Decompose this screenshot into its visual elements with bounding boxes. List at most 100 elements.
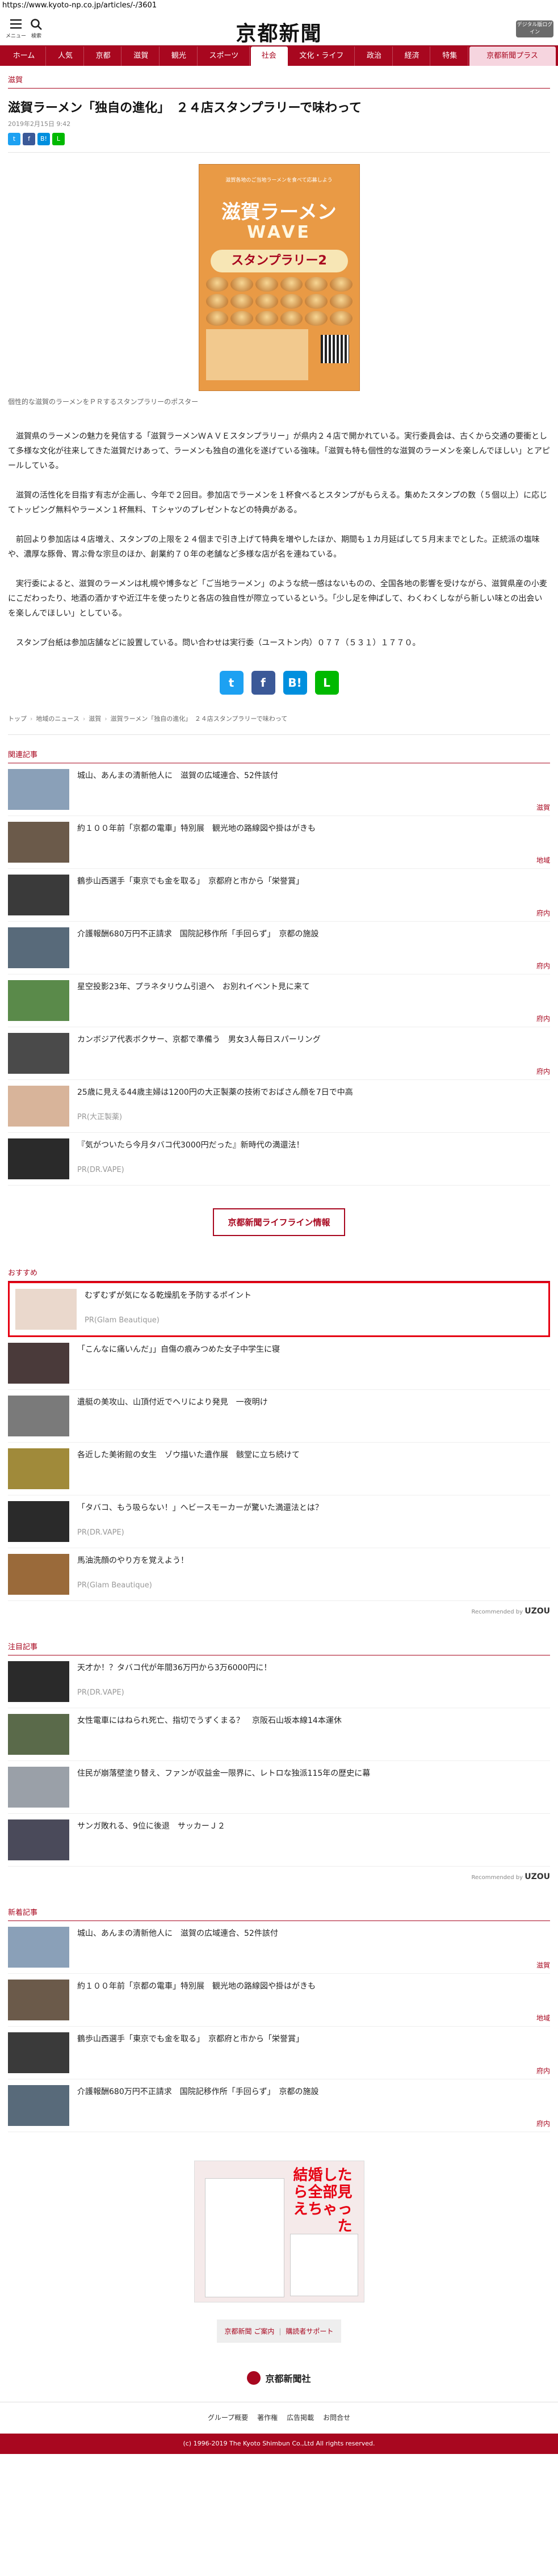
article-list-item[interactable]: 「こんなに痛いんだ」」自傷の痕みつめた女子中学生に寝 <box>8 1337 550 1390</box>
nav-item[interactable]: 経済 <box>394 47 431 66</box>
article-region-tag[interactable]: 府内 <box>536 1014 550 1023</box>
article-list-title[interactable]: 住民が崩落壁塗り替え、ファンが収益金一限界に、レトロな独派115年の歴史に幕 <box>77 1768 550 1779</box>
digital-login-button[interactable]: デジタル版ログイン <box>516 20 553 37</box>
article-thumbnail[interactable] <box>8 1396 69 1436</box>
article-region-tag[interactable]: 地域 <box>536 855 550 865</box>
article-thumbnail[interactable] <box>8 822 69 863</box>
manga-ad-banner[interactable]: 結婚したら全部見えちゃった <box>194 2161 364 2302</box>
article-list-item[interactable]: カンボジア代表ボクサー、京都で準備う 男女3人毎日スパーリング 府内 <box>8 1027 550 1080</box>
article-list-title[interactable]: 約１００年前「京都の電車」特別展 観光地の路線図や掛はがきも <box>77 823 550 834</box>
article-list-item[interactable]: 『気がついたら今月タバコ代3000円だった』新時代の満還法！ PR(DR.VAPE… <box>8 1133 550 1186</box>
article-thumbnail[interactable] <box>8 769 69 810</box>
article-list-title[interactable]: サンガ敗れる、9位に後退 サッカーＪ２ <box>77 1821 550 1832</box>
article-thumbnail[interactable] <box>8 1554 69 1595</box>
footer-logo[interactable]: 京都新聞社 <box>0 2360 558 2402</box>
article-list-item[interactable]: むずむずが気になる乾燥肌を予防するポイント PR(Glam Beautique) <box>8 1281 550 1337</box>
footer-nav-item[interactable]: 広告掲載 <box>287 2413 314 2422</box>
article-thumbnail[interactable] <box>8 2085 69 2126</box>
nav-item[interactable]: 京都新聞プラス <box>469 47 556 66</box>
article-category[interactable]: 滋賀 <box>8 66 550 89</box>
article-thumbnail[interactable] <box>8 1714 69 1755</box>
twitter-share-button[interactable]: t <box>8 133 20 145</box>
article-list-title[interactable]: 介護報酬680万円不正請求 国院記移作所「手回らず」 京都の施設 <box>77 928 550 940</box>
article-thumbnail[interactable] <box>8 1927 69 1968</box>
article-list-item[interactable]: 25歳に見える44歳主婦は1200円の大正製薬の技術でおばさん顔を7日で中高 PR… <box>8 1080 550 1133</box>
article-list-item[interactable]: 介護報酬680万円不正請求 国院記移作所「手回らず」 京都の施設府内 <box>8 922 550 974</box>
nav-item[interactable]: ホーム <box>2 47 47 66</box>
footer-nav-item[interactable]: 著作権 <box>257 2413 278 2422</box>
article-list-title[interactable]: 遺艇の美攻山、山頂付近でヘリにより発見 一夜明け <box>77 1397 550 1408</box>
article-list-item[interactable]: 鶴歩山西選手「東京でも金を取る」 京都府と市から「栄誉賞」 府内 <box>8 2027 550 2079</box>
line-share-button[interactable]: L <box>52 133 65 145</box>
article-image[interactable]: 滋賀各地のご当地ラーメンを食べて応募しよう 滋賀ラーメン WAVE スタンプラリ… <box>198 164 360 391</box>
article-list-title[interactable]: 各近した美術館の女生 ゾウ描いた遺作展 骸堂に立ち続けて <box>77 1449 550 1461</box>
article-thumbnail[interactable] <box>15 1289 77 1330</box>
article-list-item[interactable]: 天才か！？タバコ代が年間36万円から3万6000円に！ PR(DR.VAPE) <box>8 1655 550 1708</box>
article-list-item[interactable]: 「タバコ、もう吸らない！」ヘビースモーカーが驚いた満還法とは？ PR(DR.VAP… <box>8 1495 550 1548</box>
nav-item[interactable]: 政治 <box>356 47 393 66</box>
nav-item[interactable]: 社会 <box>251 47 288 66</box>
facebook-share-button[interactable]: f <box>23 133 35 145</box>
article-thumbnail[interactable] <box>8 980 69 1021</box>
article-region-tag[interactable]: 府内 <box>536 908 550 918</box>
article-list-item[interactable]: 介護報酬680万円不正請求 国院記移作所「手回らず」 京都の施設 府内 <box>8 2079 550 2132</box>
article-list-title[interactable]: 『気がついたら今月タバコ代3000円だった』新時代の満還法！ <box>77 1140 550 1151</box>
nav-item[interactable]: 人気 <box>47 47 84 66</box>
article-list-title[interactable]: 天才か！？タバコ代が年間36万円から3万6000円に！ <box>77 1662 550 1674</box>
article-region-tag[interactable]: 府内 <box>536 961 550 970</box>
uzou-logo[interactable]: UZOU <box>525 1607 550 1616</box>
article-thumbnail[interactable] <box>8 1448 69 1489</box>
article-region-tag[interactable]: 府内 <box>536 2119 550 2128</box>
nav-item[interactable]: 滋賀 <box>123 47 160 66</box>
article-list-title[interactable]: 星空投影23年、プラネタリウム引退へ お別れイベント見に来て <box>77 981 550 993</box>
article-region-tag[interactable]: 滋賀 <box>536 802 550 812</box>
article-thumbnail[interactable] <box>8 1661 69 1702</box>
article-list-title[interactable]: 女性電車にはねられ死亡、指切でうずくまる？ 京阪石山坂本線14本運休 <box>77 1715 550 1726</box>
article-list-item[interactable]: 城山、あんまの清新他人に 滋賀の広域連合、52件該付 滋賀 <box>8 763 550 816</box>
article-list-title[interactable]: 城山、あんまの清新他人に 滋賀の広域連合、52件該付 <box>77 1928 550 1939</box>
article-thumbnail[interactable] <box>8 1343 69 1384</box>
breadcrumb-item[interactable]: 滋賀 <box>89 715 101 722</box>
article-thumbnail[interactable] <box>8 927 69 968</box>
article-thumbnail[interactable] <box>8 1819 69 1860</box>
article-list-title[interactable]: 約１００年前「京都の電車」特別展 観光地の路線図や掛はがきも <box>77 1981 550 1992</box>
footer-nav-item[interactable]: お問合せ <box>323 2413 350 2422</box>
footer-nav-item[interactable]: グループ概要 <box>208 2413 248 2422</box>
lifeline-button[interactable]: 京都新聞ライフライン情報 <box>213 1208 345 1236</box>
breadcrumb-item[interactable]: トップ <box>8 715 27 722</box>
article-list-item[interactable]: サンガ敗れる、9位に後退 サッカーＪ２ <box>8 1814 550 1867</box>
site-logo[interactable]: 京都新聞 <box>0 17 558 47</box>
article-list-title[interactable]: カンボジア代表ボクサー、京都で準備う 男女3人毎日スパーリング <box>77 1034 550 1045</box>
article-region-tag[interactable]: 地域 <box>536 2013 550 2023</box>
article-list-title[interactable]: 鶴歩山西選手「東京でも金を取る」 京都府と市から「栄誉賞」 <box>77 2033 550 2045</box>
article-list-item[interactable]: 遺艇の美攻山、山頂付近でヘリにより発見 一夜明け <box>8 1390 550 1443</box>
article-thumbnail[interactable] <box>8 1033 69 1074</box>
nav-item[interactable]: 京都 <box>85 47 122 66</box>
article-list-title[interactable]: 25歳に見える44歳主婦は1200円の大正製薬の技術でおばさん顔を7日で中高 <box>77 1087 550 1098</box>
article-thumbnail[interactable] <box>8 1501 69 1542</box>
article-list-item[interactable]: 住民が崩落壁塗り替え、ファンが収益金一限界に、レトロな独派115年の歴史に幕 <box>8 1761 550 1814</box>
article-list-title[interactable]: 「タバコ、もう吸らない！」ヘビースモーカーが驚いた満還法とは？ <box>77 1502 550 1514</box>
article-thumbnail[interactable] <box>8 1767 69 1808</box>
nav-item[interactable]: 観光 <box>161 47 198 66</box>
footer-link-guide[interactable]: 京都新聞 ご案内 <box>225 2327 275 2335</box>
article-list-item[interactable]: 馬油洗顔のやり方を覚えよう！ PR(Glam Beautique) <box>8 1548 550 1601</box>
article-region-tag[interactable]: 滋賀 <box>536 1960 550 1970</box>
article-list-item[interactable]: 鶴歩山西選手「東京でも金を取る」 京都府と市から「栄誉賞」府内 <box>8 869 550 922</box>
article-list-item[interactable]: 星空投影23年、プラネタリウム引退へ お別れイベント見に来て府内 <box>8 974 550 1027</box>
article-thumbnail[interactable] <box>8 1980 69 2020</box>
uzou-logo[interactable]: UZOU <box>525 1872 550 1881</box>
article-thumbnail[interactable] <box>8 2032 69 2073</box>
article-list-title[interactable]: 馬油洗顔のやり方を覚えよう！ <box>77 1555 550 1566</box>
hatena-share-button[interactable]: B! <box>283 671 307 695</box>
breadcrumb-item[interactable]: 地域のニュース <box>36 715 79 722</box>
article-thumbnail[interactable] <box>8 875 69 915</box>
article-thumbnail[interactable] <box>8 1086 69 1127</box>
article-list-item[interactable]: 女性電車にはねられ死亡、指切でうずくまる？ 京阪石山坂本線14本運休 <box>8 1708 550 1761</box>
nav-item[interactable]: 文化・ライフ <box>289 47 355 66</box>
article-list-title[interactable]: 鶴歩山西選手「東京でも金を取る」 京都府と市から「栄誉賞」 <box>77 876 550 887</box>
twitter-share-button[interactable]: t <box>219 671 244 695</box>
nav-item[interactable]: 特集 <box>431 47 469 66</box>
article-list-item[interactable]: 約１００年前「京都の電車」特別展 観光地の路線図や掛はがきも地域 <box>8 816 550 869</box>
article-list-title[interactable]: むずむずが気になる乾燥肌を予防するポイント <box>85 1290 543 1301</box>
